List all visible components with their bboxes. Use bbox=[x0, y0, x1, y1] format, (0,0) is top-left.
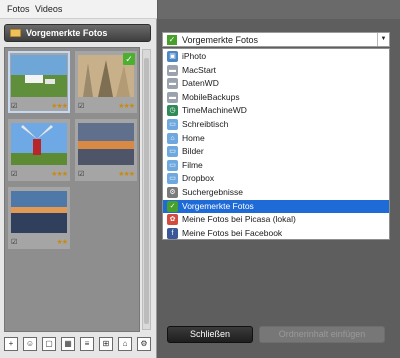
photo-thumbnail[interactable]: ☑ ★★ bbox=[8, 187, 70, 249]
dropbox-folder-icon: ▭ bbox=[167, 173, 178, 185]
rating-stars: ★★★ bbox=[51, 171, 68, 178]
photo-image bbox=[11, 123, 67, 165]
dropdown-item-label: Schreibtisch bbox=[182, 119, 229, 129]
dropdown-item[interactable]: ▭ Schreibtisch bbox=[163, 118, 389, 131]
checkmark-icon: ✓ bbox=[167, 35, 177, 45]
dropdown-item-label: Meine Fotos bei Facebook bbox=[182, 227, 283, 238]
gallery-toolbar: + ☺ ▢ ▦ ≡ ⊞ ⌂ ⚙ bbox=[4, 336, 152, 355]
search-results-icon: ⚙ bbox=[167, 187, 178, 198]
facebook-icon: f bbox=[167, 227, 178, 239]
dropdown-item[interactable]: ⚙ Suchergebnisse bbox=[163, 186, 389, 199]
dropdown-item-label: Bilder bbox=[182, 146, 204, 157]
dropdown-item[interactable]: ▭ Dropbox bbox=[163, 172, 389, 185]
timemachine-icon: ◷ bbox=[167, 105, 178, 117]
dropdown-item-label: DatenWD bbox=[182, 78, 219, 89]
dropdown-item[interactable]: ▬ DatenWD bbox=[163, 77, 389, 90]
album-header[interactable]: Vorgemerkte Fotos bbox=[4, 24, 151, 42]
dropdown-item-label: Filme bbox=[182, 159, 203, 170]
dropdown-item-label: Home bbox=[182, 132, 205, 143]
close-button[interactable]: Schließen bbox=[167, 326, 253, 343]
view-single-icon[interactable]: ▢ bbox=[42, 337, 56, 351]
dropdown-item[interactable]: ▣ iPhoto bbox=[163, 50, 389, 63]
checkmark-icon: ✓ bbox=[167, 200, 178, 212]
rating-stars: ★★★ bbox=[118, 171, 135, 178]
photo-thumbnail[interactable]: ☑ ★★★ bbox=[8, 51, 70, 113]
media-tabs: Fotos Videos bbox=[0, 0, 157, 19]
dropdown-item[interactable]: ◷ TimeMachineWD bbox=[163, 104, 389, 117]
insert-folder-contents-button[interactable]: Ordnerinhalt einfügen bbox=[259, 326, 385, 343]
dropdown-item[interactable]: ✓ Vorgemerkte Fotos bbox=[163, 199, 389, 213]
picasa-icon: ✿ bbox=[167, 214, 178, 226]
photo-image bbox=[78, 123, 134, 165]
source-dropdown[interactable]: ✓ Vorgemerkte Fotos ▼ bbox=[162, 32, 390, 47]
pictures-folder-icon: ▭ bbox=[167, 146, 178, 158]
iphoto-icon: ▣ bbox=[167, 51, 178, 62]
dropdown-item-label: MacStart bbox=[182, 64, 217, 75]
dropdown-item-label: iPhoto bbox=[182, 51, 207, 61]
chevron-down-icon[interactable]: ▼ bbox=[377, 33, 389, 46]
dropdown-item-label: Meine Fotos bei Picasa (lokal) bbox=[182, 214, 296, 225]
source-dropdown-list: ▣ iPhoto ▬ MacStart ▬ DatenWD ▬ MobileBackups ◷ T… bbox=[162, 48, 390, 240]
check-mark-icon: ☑ bbox=[78, 103, 85, 110]
dropdown-item-label: TimeMachineWD bbox=[182, 105, 247, 116]
drive-icon: ▬ bbox=[167, 91, 178, 103]
photo-thumbnail[interactable]: ☑ ★★★ bbox=[75, 119, 137, 181]
dropdown-item[interactable]: ⌂ Home bbox=[163, 132, 389, 145]
dropdown-item[interactable]: ▬ MobileBackups bbox=[163, 91, 389, 104]
checkmark-badge-icon: ✓ bbox=[123, 53, 135, 65]
view-compare-icon[interactable]: ⊞ bbox=[99, 337, 113, 351]
dropdown-item[interactable]: ▭ Bilder bbox=[163, 145, 389, 158]
movies-folder-icon: ▭ bbox=[167, 159, 178, 171]
check-mark-icon: ☑ bbox=[11, 171, 18, 178]
dropdown-item[interactable]: f Meine Fotos bei Facebook bbox=[163, 227, 389, 240]
dropdown-item-label: Vorgemerkte Fotos bbox=[182, 200, 254, 211]
desktop-folder-icon: ▭ bbox=[167, 119, 178, 130]
dropdown-item-label: Suchergebnisse bbox=[182, 187, 243, 197]
drive-icon: ▬ bbox=[167, 64, 178, 76]
check-mark-icon: ☑ bbox=[11, 239, 18, 246]
dropdown-item[interactable]: ▬ MacStart bbox=[163, 64, 389, 77]
add-icon[interactable]: + bbox=[4, 337, 18, 351]
settings-icon[interactable]: ⚙ bbox=[137, 337, 151, 351]
view-grid-icon[interactable]: ▦ bbox=[61, 337, 75, 351]
check-mark-icon: ☑ bbox=[11, 103, 18, 110]
panel-header-bar bbox=[158, 0, 400, 19]
photo-browser-panel: Fotos Videos Vorgemerkte Fotos ☑ ★★★ ✓ ☑… bbox=[0, 0, 157, 358]
check-mark-icon: ☑ bbox=[78, 171, 85, 178]
photo-thumbnail[interactable]: ☑ ★★★ bbox=[8, 119, 70, 181]
folder-icon bbox=[10, 29, 21, 37]
album-title: Vorgemerkte Fotos bbox=[26, 28, 108, 38]
photo-image bbox=[11, 191, 67, 233]
dropdown-item[interactable]: ✿ Meine Fotos bei Picasa (lokal) bbox=[163, 213, 389, 226]
dropdown-item-label: MobileBackups bbox=[182, 91, 240, 102]
home-icon: ⌂ bbox=[167, 132, 178, 144]
tag-icon[interactable]: ⌂ bbox=[118, 337, 132, 351]
dropdown-item[interactable]: ▭ Filme bbox=[163, 159, 389, 172]
people-icon[interactable]: ☺ bbox=[23, 337, 37, 351]
tab-fotos[interactable]: Fotos bbox=[7, 4, 30, 14]
photo-thumbnail[interactable]: ✓ ☑ ★★★ bbox=[75, 51, 137, 113]
rating-stars: ★★★ bbox=[118, 103, 135, 110]
drive-icon: ▬ bbox=[167, 78, 178, 90]
tab-videos[interactable]: Videos bbox=[35, 4, 62, 14]
view-list-icon[interactable]: ≡ bbox=[80, 337, 94, 351]
thumbnail-gallery: ☑ ★★★ ✓ ☑ ★★★ ☑ ★★★ ☑ ★★★ ☑ ★★ bbox=[4, 47, 140, 332]
dropdown-selected-value: Vorgemerkte Fotos bbox=[182, 35, 259, 45]
gallery-scrollbar[interactable] bbox=[142, 49, 151, 330]
dropdown-item-label: Dropbox bbox=[182, 173, 215, 184]
rating-stars: ★★★ bbox=[51, 103, 68, 110]
rating-stars: ★★ bbox=[56, 239, 68, 246]
scrollbar-thumb[interactable] bbox=[144, 58, 149, 324]
